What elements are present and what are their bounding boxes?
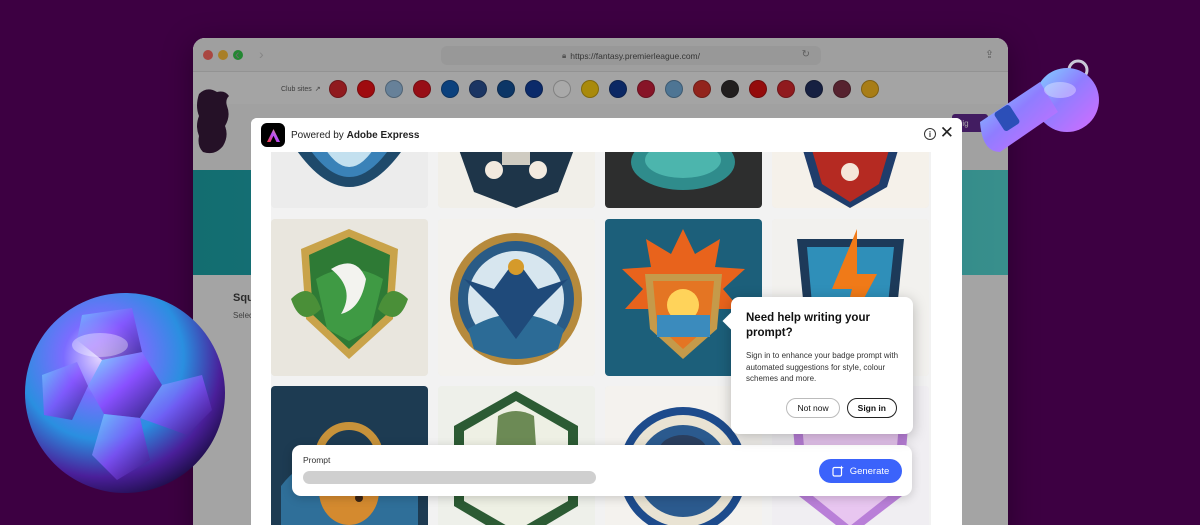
modal-header: Powered by Adobe Express i ✕	[251, 118, 962, 152]
generate-label: Generate	[849, 465, 890, 477]
prompt-label: Prompt	[303, 455, 331, 465]
powered-by-text: Powered by Adobe Express	[291, 129, 420, 141]
popover-body: Sign in to enhance your badge prompt wit…	[746, 351, 899, 383]
generate-sparkle-icon	[832, 465, 844, 477]
not-now-button[interactable]: Not now	[786, 398, 840, 418]
sign-in-button[interactable]: Sign in	[846, 398, 897, 418]
badge-tile[interactable]	[438, 219, 595, 376]
prompt-bar: Prompt Generate	[292, 445, 912, 496]
popover-title: Need help writing your prompt?	[746, 312, 870, 339]
adobe-express-logo-icon	[261, 123, 285, 147]
close-icon[interactable]: ✕	[940, 123, 954, 143]
holographic-whistle-image	[980, 59, 1099, 152]
info-icon[interactable]: i	[924, 128, 936, 140]
prompt-input[interactable]	[303, 471, 596, 484]
generate-button[interactable]: Generate	[819, 459, 902, 483]
brand-name: Adobe Express	[346, 129, 420, 141]
badge-tile[interactable]	[271, 219, 428, 376]
prompt-help-popover: Need help writing your prompt? Sign in t…	[731, 297, 913, 434]
holographic-football-image	[25, 293, 225, 493]
